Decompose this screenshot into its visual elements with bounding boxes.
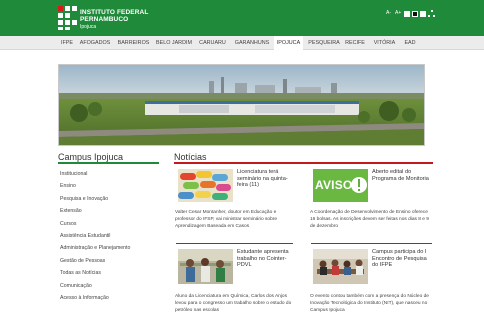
nav-item-caruaru[interactable]: CARUARU <box>197 36 228 50</box>
sidebar-item-acesso[interactable]: Acesso à Informação <box>60 292 130 304</box>
sidebar-item-extensao[interactable]: Extensão <box>60 205 130 217</box>
nav-item-barreiros[interactable]: BARREIROS <box>116 36 151 50</box>
sidebar-item-cursos[interactable]: Cursos <box>60 218 130 230</box>
news-card-title[interactable]: Estudante apresenta trabalho no Cointer-… <box>237 249 295 269</box>
campus-aerial-image <box>59 65 424 145</box>
news-divider <box>176 243 293 244</box>
nav-item-garanhuns[interactable]: GARANHUNS <box>232 36 272 50</box>
sidebar-menu: Institucional Ensino Pesquisa e Inovação… <box>60 168 130 304</box>
brand-line-3: Ipojuca <box>80 24 97 30</box>
brand-name[interactable]: INSTITUTO FEDERAL PERNAMBUCO Ipojuca <box>80 9 148 31</box>
news-card-text: Aluno da Licenciatura em Química, Carlos… <box>175 294 292 313</box>
brand-line-1: INSTITUTO FEDERAL <box>80 9 149 16</box>
nav-item-afogados[interactable]: AFOGADOS <box>78 36 112 50</box>
news-card-text: Valter Cesar Montanher, doutor em Educaç… <box>175 210 278 229</box>
news-card: Campus participa do I Encontro de Pesqui… <box>310 249 430 313</box>
sidebar-item-institucional[interactable]: Institucional <box>60 168 130 180</box>
student-presentation-photo[interactable] <box>178 249 233 284</box>
black-square-icon[interactable] <box>412 10 419 17</box>
sidebar-title: Campus Ipojuca <box>58 152 124 162</box>
news-card: Estudante apresenta trabalho no Cointer-… <box>175 249 295 313</box>
news-card: Licenciatura terá seminário na quinta-fe… <box>175 169 295 229</box>
news-title-rule <box>174 162 433 164</box>
nav-item-ifpe[interactable]: IFPE <box>58 36 76 50</box>
nav-item-ead[interactable]: EAD <box>401 36 419 50</box>
campus-banner-photo[interactable] <box>58 64 425 146</box>
nav-item-belo-jardim[interactable]: BELO JARDIM <box>154 36 194 50</box>
nav-item-ipojuca[interactable]: IPOJUCA <box>274 36 303 50</box>
news-card-title[interactable]: Aberto edital do Programa de Monitoria <box>372 169 430 182</box>
news-card: AVISO Aberto edital do Programa de Monit… <box>310 169 430 229</box>
sidebar-item-comunicacao[interactable]: Comunicação <box>60 280 130 292</box>
sidebar-item-noticias[interactable]: Todas as Notícias <box>60 267 130 279</box>
brand-line-2: PERNAMBUCO <box>80 16 129 23</box>
ifpe-logo-icon[interactable] <box>58 6 77 30</box>
font-increase-button[interactable]: A+ <box>394 10 402 17</box>
sidebar-item-administracao[interactable]: Administração e Planejamento <box>60 242 130 254</box>
medicine-capsules-photo[interactable] <box>178 169 233 202</box>
news-divider <box>311 243 432 244</box>
sidebar-item-pesquisa[interactable]: Pesquisa e Inovação <box>60 193 130 205</box>
nav-item-vitoria[interactable]: VITÓRIA <box>371 36 398 50</box>
sidebar-title-rule <box>58 162 159 164</box>
news-title: Notícias <box>174 152 207 162</box>
news-card-title[interactable]: Licenciatura terá seminário na quinta-fe… <box>237 169 295 189</box>
sidebar-item-ensino[interactable]: Ensino <box>60 180 130 192</box>
meeting-room-photo[interactable] <box>313 249 368 284</box>
accessibility-tools: A- A+ <box>385 10 436 17</box>
aviso-label: AVISO <box>315 178 353 192</box>
sidebar-item-gestao[interactable]: Gestão de Pessoas <box>60 255 130 267</box>
white-square-icon[interactable] <box>420 10 427 17</box>
news-card-title[interactable]: Campus participa do I Encontro de Pesqui… <box>372 249 430 269</box>
sidebar-item-assistencia[interactable]: Assistência Estudantil <box>60 230 130 242</box>
campus-nav: IFPE AFOGADOS BARREIROS BELO JARDIM CARU… <box>0 36 484 50</box>
nav-item-recife[interactable]: RECIFE <box>344 36 366 50</box>
nav-item-pesqueira[interactable]: PESQUEIRA <box>306 36 342 50</box>
font-decrease-button[interactable]: A- <box>385 10 392 17</box>
sitemap-icon[interactable] <box>428 10 436 17</box>
aviso-banner[interactable]: AVISO <box>313 169 368 202</box>
site-header: INSTITUTO FEDERAL PERNAMBUCO Ipojuca A- … <box>0 0 484 36</box>
news-card-text: O evento contou também com a presença do… <box>310 294 429 313</box>
news-card-text: A Coordenação de Desenvolvimento de Ensi… <box>310 210 429 229</box>
white-square-icon[interactable] <box>404 10 411 17</box>
